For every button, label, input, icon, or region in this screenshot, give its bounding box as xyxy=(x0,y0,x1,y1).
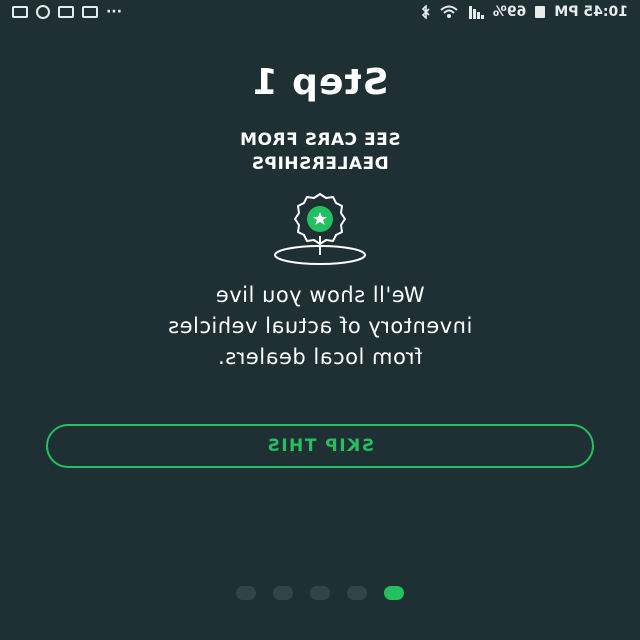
battery-percent: 69% xyxy=(492,4,527,20)
image-icon xyxy=(12,6,28,18)
step-subtitle: SEE CARS FROM DEALERSHIPS xyxy=(0,128,640,176)
chrome-icon xyxy=(36,5,50,19)
dealership-star-badge-icon xyxy=(270,192,370,266)
step-description: We'll show you live inventory of actual … xyxy=(0,280,640,373)
status-bar: 10:45 PM 69% ··· xyxy=(0,0,640,24)
description-line: inventory of actual vehicles xyxy=(167,314,473,338)
step-title: Step 1 xyxy=(251,62,389,103)
overflow-dots-icon: ··· xyxy=(106,4,122,20)
page-dot[interactable] xyxy=(310,586,330,600)
description-line: from local dealers. xyxy=(217,345,423,369)
onboarding-screen: 10:45 PM 69% ··· Step 1 SEE CARS FROM DE… xyxy=(0,0,640,640)
skip-button[interactable]: SKIP THIS xyxy=(46,424,594,468)
page-dot[interactable] xyxy=(347,586,367,600)
bluetooth-icon xyxy=(421,5,431,19)
page-dot[interactable] xyxy=(236,586,256,600)
gmail-icon-secondary xyxy=(58,6,74,18)
status-bar-right: ··· xyxy=(12,4,122,20)
subtitle-line: SEE CARS FROM xyxy=(239,130,401,150)
signal-icon xyxy=(467,5,485,19)
page-dot[interactable] xyxy=(273,586,293,600)
wifi-icon xyxy=(439,5,459,19)
page-indicator xyxy=(0,586,640,600)
description-line: We'll show you live xyxy=(215,283,425,307)
gmail-icon xyxy=(82,6,98,18)
status-time: 10:45 PM xyxy=(554,4,628,20)
page-dot-active[interactable] xyxy=(384,586,404,600)
subtitle-line: DEALERSHIPS xyxy=(251,154,389,174)
status-bar-left: 10:45 PM 69% xyxy=(421,4,628,20)
storage-icon xyxy=(534,5,546,19)
